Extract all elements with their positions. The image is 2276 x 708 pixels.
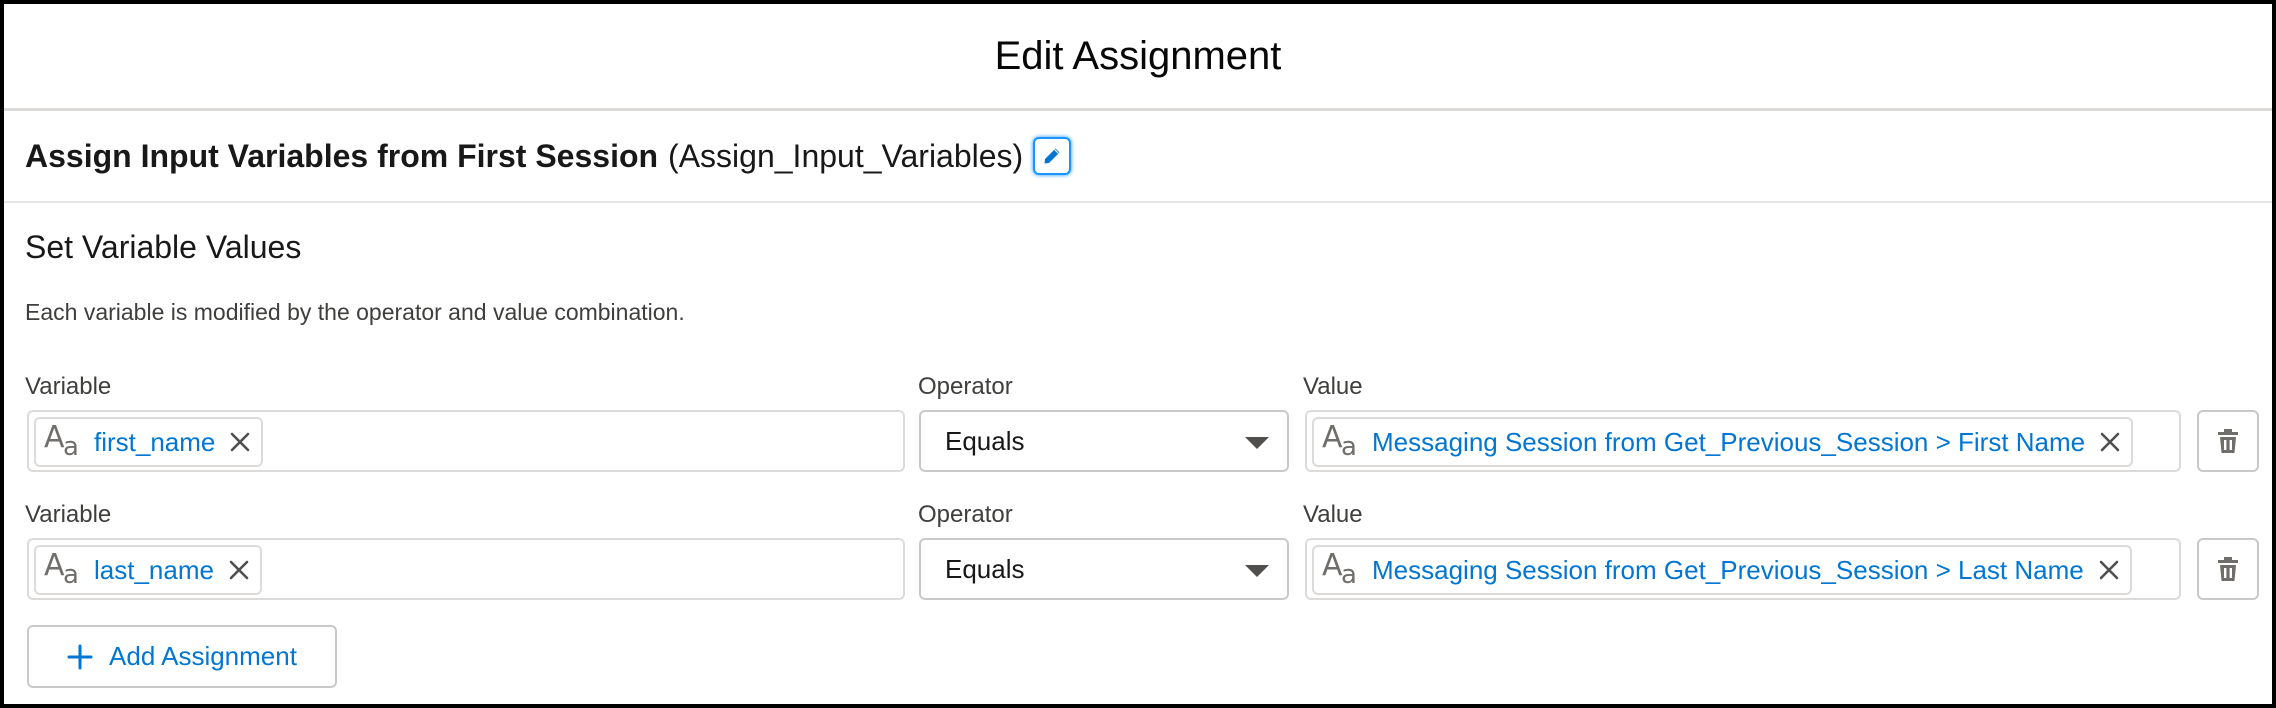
element-label: Assign Input Variables from First Sessio…: [25, 137, 659, 174]
variable-field[interactable]: Aa first_name: [27, 410, 905, 472]
operator-value: Equals: [945, 425, 1025, 456]
value-label: Value: [1303, 373, 1363, 400]
operator-label: Operator: [918, 373, 1013, 400]
assignment-row: Variable Operator Value Aa last_name Equ…: [4, 498, 2272, 626]
variable-pill: Aa first_name: [34, 417, 264, 467]
value-reference: Messaging Session from Get_Previous_Sess…: [1372, 426, 2086, 457]
edit-assignment-modal: Edit Assignment Assign Input Variables f…: [0, 0, 2276, 708]
edit-label-button[interactable]: [1033, 137, 1072, 175]
variable-label: Variable: [25, 373, 112, 400]
add-assignment-label: Add Assignment: [109, 641, 297, 671]
trash-icon: [2218, 429, 2238, 453]
close-icon[interactable]: [2099, 431, 2121, 453]
value-pill: Aa Messaging Session from Get_Previous_S…: [1312, 417, 2134, 467]
chevron-down-icon: [1245, 565, 1269, 577]
section-title: Set Variable Values: [25, 229, 302, 265]
modal-header: Edit Assignment: [4, 4, 2272, 111]
text-type-icon: Aa: [1322, 548, 1357, 590]
chevron-down-icon: [1245, 437, 1269, 449]
close-icon[interactable]: [2098, 559, 2120, 581]
delete-assignment-button[interactable]: [2197, 538, 2259, 600]
operator-value: Equals: [945, 553, 1025, 584]
value-pill: Aa Messaging Session from Get_Previous_S…: [1312, 545, 2132, 595]
modal-title: Edit Assignment: [994, 33, 1282, 78]
trash-icon: [2218, 557, 2238, 581]
value-label: Value: [1303, 501, 1363, 528]
text-type-icon: Aa: [1322, 420, 1357, 462]
text-type-icon: Aa: [44, 548, 79, 590]
section-description: Each variable is modified by the operato…: [25, 299, 685, 325]
element-title-row: Assign Input Variables from First Sessio…: [4, 111, 2272, 203]
value-reference: Messaging Session from Get_Previous_Sess…: [1372, 554, 2084, 585]
pencil-icon: [1044, 148, 1060, 164]
assignment-row: Variable Operator Value Aa first_name Eq…: [4, 370, 2272, 498]
variable-name: first_name: [94, 426, 216, 457]
add-assignment-button[interactable]: Add Assignment: [27, 625, 337, 688]
operator-select[interactable]: Equals: [919, 538, 1289, 600]
plus-icon: [67, 644, 93, 670]
close-icon[interactable]: [228, 559, 250, 581]
variable-field[interactable]: Aa last_name: [27, 538, 905, 600]
delete-assignment-button[interactable]: [2197, 410, 2259, 472]
operator-label: Operator: [918, 501, 1013, 528]
text-type-icon: Aa: [44, 420, 79, 462]
close-icon[interactable]: [229, 431, 251, 453]
value-field[interactable]: Aa Messaging Session from Get_Previous_S…: [1305, 538, 2181, 600]
element-api-name: (Assign_Input_Variables): [668, 137, 1024, 174]
variable-name: last_name: [94, 554, 214, 585]
operator-select[interactable]: Equals: [919, 410, 1289, 472]
variable-pill: Aa last_name: [34, 545, 262, 595]
variable-label: Variable: [25, 501, 112, 528]
value-field[interactable]: Aa Messaging Session from Get_Previous_S…: [1305, 410, 2181, 472]
